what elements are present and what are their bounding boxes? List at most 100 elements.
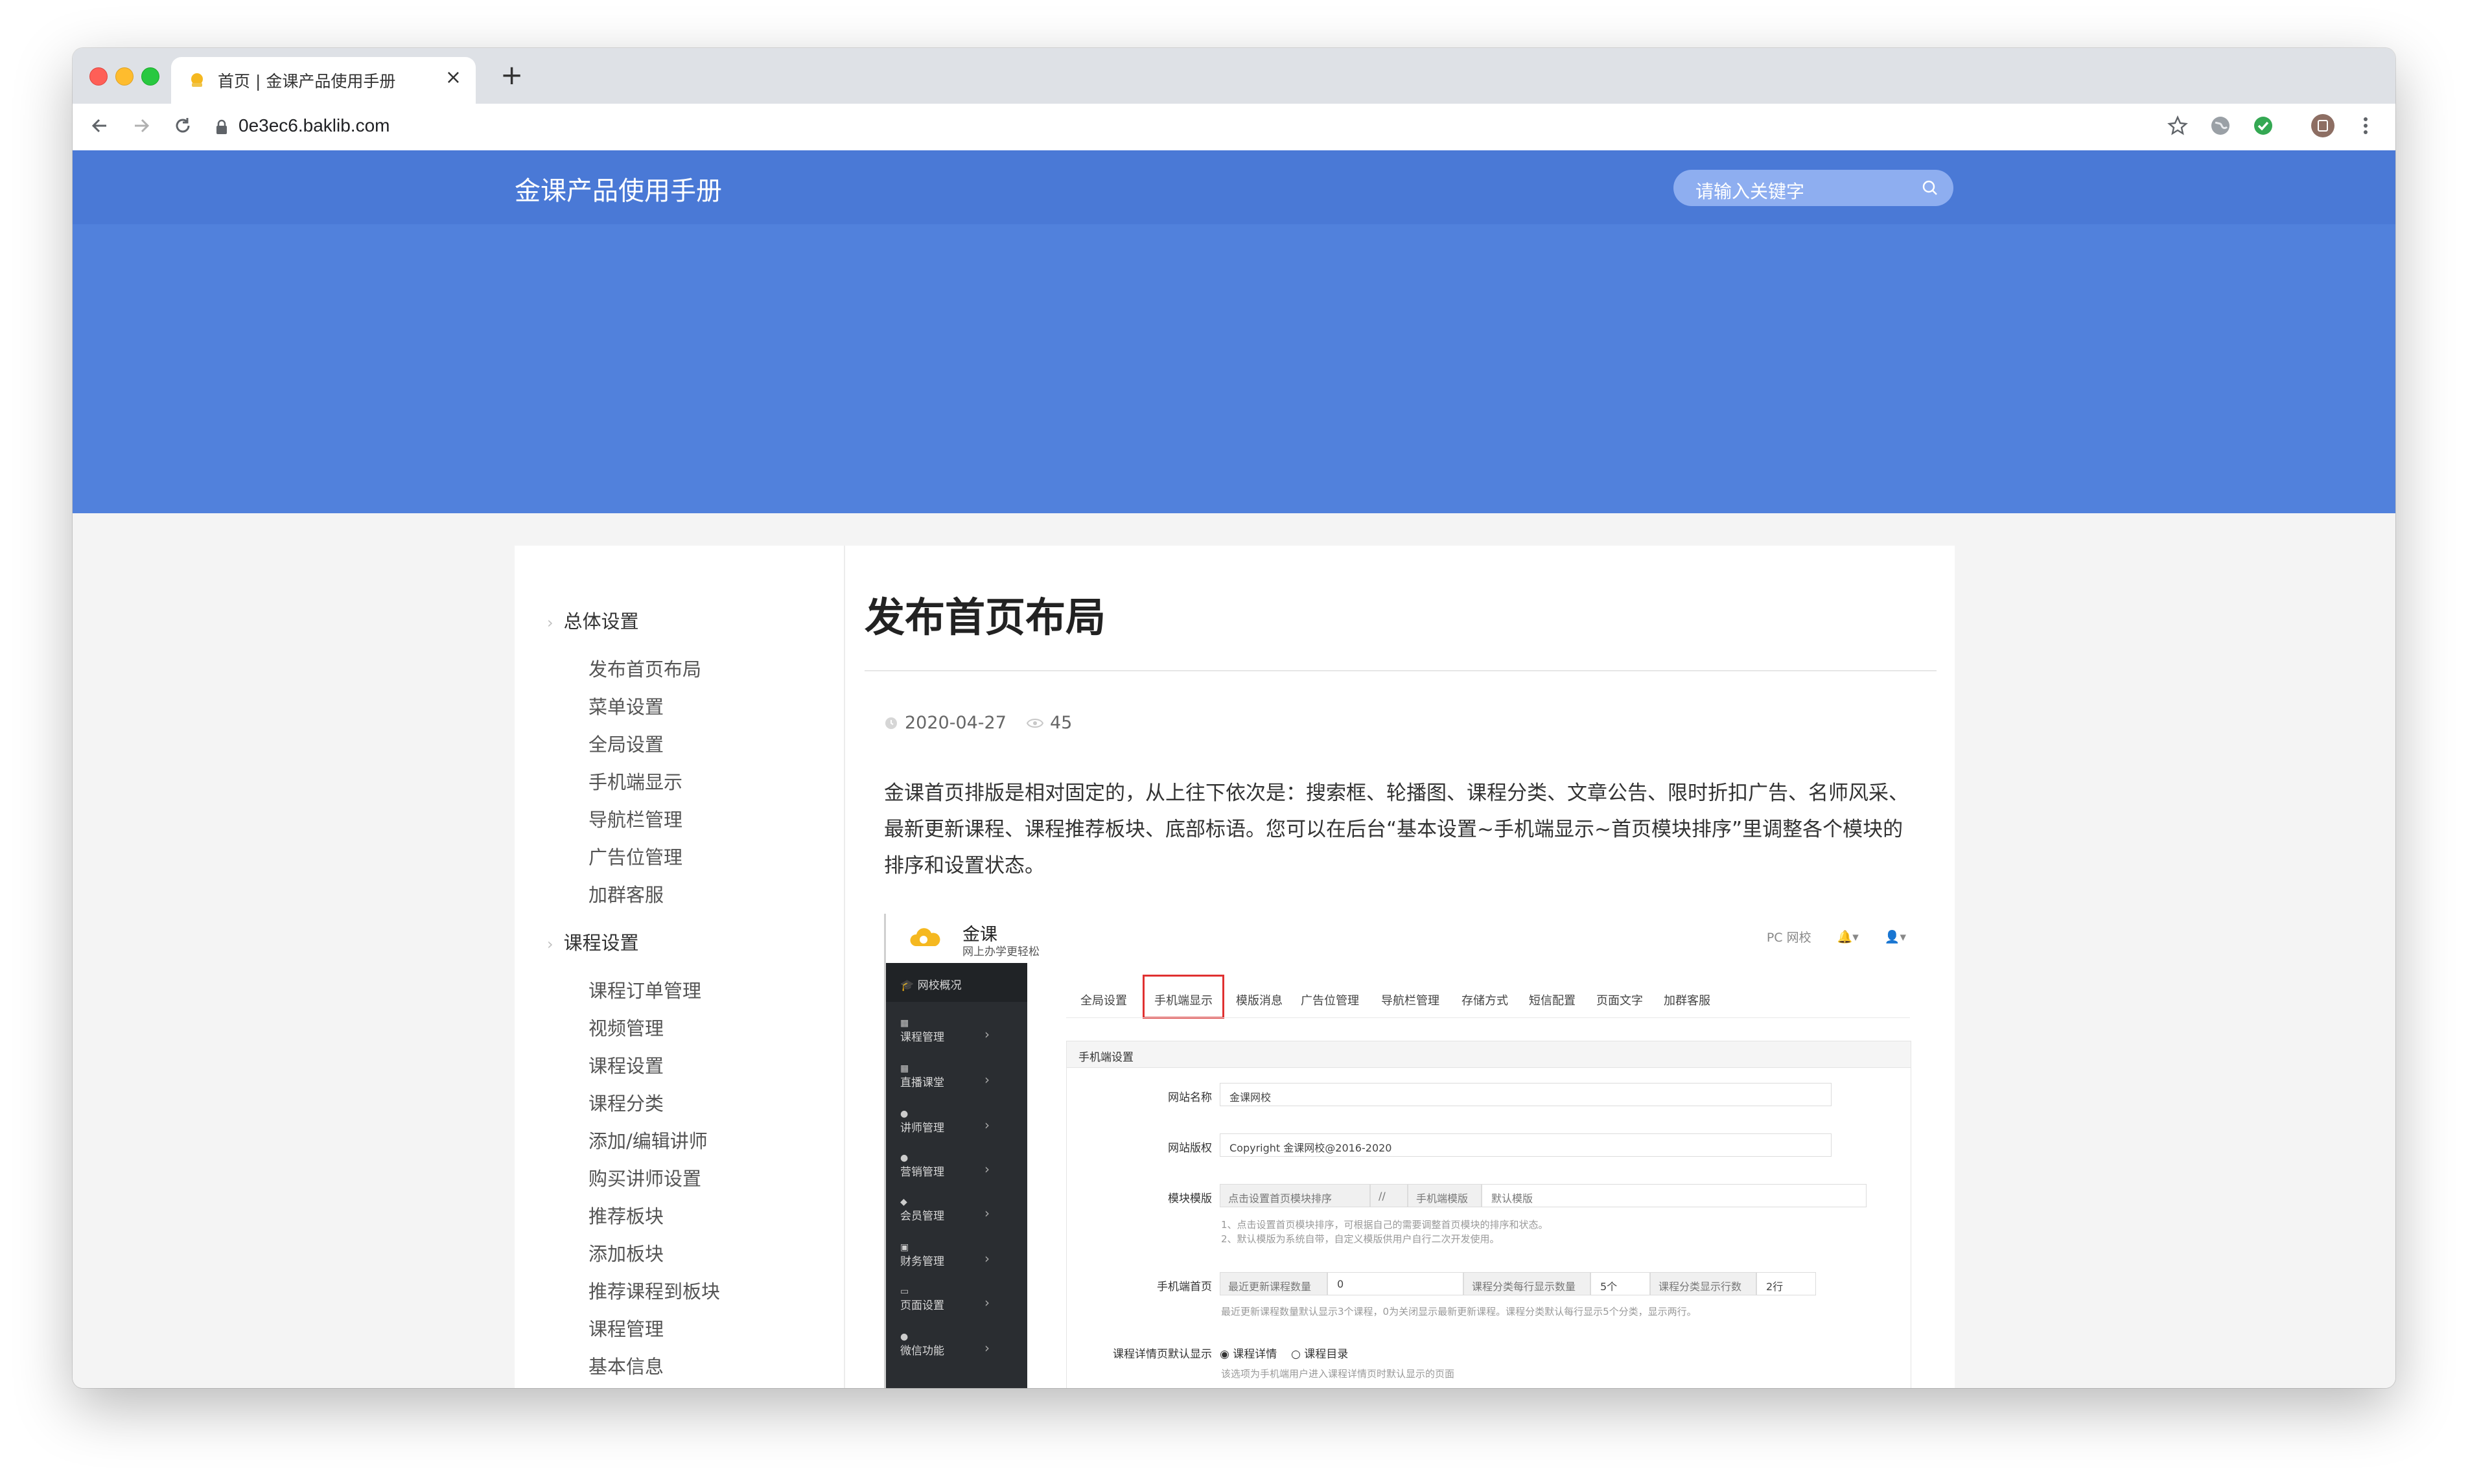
bookmark-star-icon[interactable]: [2165, 113, 2191, 139]
sidebar-item[interactable]: 基本信息: [588, 1352, 664, 1379]
shot-select: 5个: [1590, 1272, 1650, 1295]
sidebar-item[interactable]: 广告位管理: [588, 842, 682, 870]
shot-tab: 加群客服: [1664, 994, 1710, 1008]
back-arrow-icon: [91, 119, 106, 133]
shot-hint: 2、默认模版为系统自带，自定义模版供用户自行二次开发使用。: [1221, 1233, 1500, 1245]
cloud-logo-icon: [910, 928, 940, 946]
search-icon[interactable]: [1921, 179, 1939, 197]
graduation-cap-icon: 🎓: [900, 979, 918, 992]
sidebar-item[interactable]: 推荐板块: [588, 1201, 664, 1229]
site-favicon-icon: [191, 73, 203, 87]
menu-kebab-icon[interactable]: [2353, 113, 2379, 139]
browser-tab[interactable]: 首页 | 金课产品使用手册 ×: [171, 57, 476, 104]
title-divider: [865, 670, 1937, 671]
url-text: 0e3ec6.baklib.com: [239, 115, 390, 135]
profile-avatar[interactable]: [2310, 113, 2336, 139]
sidebar-item[interactable]: 全局设置: [588, 730, 664, 757]
shot-addon: 最近更新课程数量: [1220, 1272, 1327, 1295]
doc-sidebar: › 总体设置 发布首页布局 菜单设置 全局设置 手机端显示 导航栏管理 广告位管理…: [515, 546, 845, 1388]
shot-side-item: ▭ 页面设置 ›: [900, 1286, 990, 1312]
shot-top-right: PC 网校 🔔▾ 👤▾: [1767, 928, 1906, 945]
tab-title: 首页 | 金课产品使用手册: [218, 72, 396, 91]
shot-addon: //: [1370, 1184, 1408, 1207]
sidebar-item[interactable]: 课程管理: [588, 1314, 664, 1341]
bell-icon: 🔔▾: [1837, 930, 1859, 944]
reload-button[interactable]: [169, 111, 197, 140]
browser-toolbar: 0e3ec6.baklib.com: [73, 104, 2395, 151]
shot-side-item: ▦ 直播课堂 ›: [900, 1063, 990, 1089]
sidebar-item[interactable]: 购买讲师设置: [588, 1164, 701, 1191]
shot-tab: 导航栏管理: [1381, 994, 1439, 1008]
extension-globe-icon[interactable]: [2207, 113, 2233, 139]
shot-tab: 页面文字: [1596, 994, 1643, 1008]
minimize-window-button[interactable]: [115, 67, 134, 86]
site-title[interactable]: 金课产品使用手册: [515, 170, 722, 207]
sidebar-item[interactable]: 添加/编辑讲师: [588, 1126, 708, 1154]
search-input[interactable]: 请输入关键字: [1673, 170, 1953, 206]
sidebar-item[interactable]: 推荐课程到板块: [588, 1277, 720, 1304]
sidebar-item[interactable]: 发布首页布局: [588, 655, 701, 682]
shot-addon: 手机端模版: [1408, 1184, 1482, 1207]
back-button[interactable]: [86, 111, 114, 140]
sidebar-item[interactable]: 课程设置: [588, 1051, 664, 1078]
sidebar-item[interactable]: 课程订单管理: [588, 976, 701, 1003]
article-screenshot-image: 金课 网上办学更轻松 PC 网校 🔔▾ 👤▾ 🎓 网校概况 ▦ 课程管理 › ▦ 直播…: [884, 914, 1923, 1388]
shot-sidebar: 🎓 网校概况 ▦ 课程管理 › ▦ 直播课堂 › ● 讲师管理 › ● 营销管理 › ◆ 会员管理…: [886, 963, 1027, 1388]
browser-titlebar: 首页 | 金课产品使用手册 × +: [73, 48, 2395, 104]
search-placeholder: 请输入关键字: [1695, 181, 1805, 202]
new-tab-button[interactable]: +: [500, 61, 523, 89]
shot-tab: 模版消息: [1236, 994, 1283, 1008]
tab-close-icon[interactable]: ×: [445, 66, 461, 89]
extension-check-icon[interactable]: [2250, 113, 2276, 139]
lock-icon: [216, 119, 227, 134]
clock-icon: [885, 717, 897, 729]
shot-side-item: ● 微信功能 ›: [900, 1332, 990, 1358]
shot-select: 默认模版: [1482, 1184, 1867, 1207]
sidebar-item[interactable]: 添加板块: [588, 1239, 664, 1266]
chevron-right-icon: ›: [547, 614, 553, 632]
browser-window: 首页 | 金课产品使用手册 × + 0e3ec6.baklib.com 金课产品…: [73, 48, 2395, 1388]
article-title: 发布首页布局: [865, 594, 1106, 641]
shot-addon: 课程分类每行显示数量: [1463, 1272, 1590, 1295]
shot-addon: 点击设置首页模块排序: [1220, 1184, 1370, 1207]
shot-radio: ○ 课程目录: [1291, 1348, 1349, 1361]
forward-button[interactable]: [127, 111, 156, 140]
close-window-button[interactable]: [89, 67, 108, 86]
sidebar-section-general[interactable]: › 总体设置: [547, 607, 639, 634]
sidebar-item[interactable]: 课程分类: [588, 1089, 664, 1116]
shot-tab: 短信配置: [1529, 994, 1576, 1008]
sidebar-item[interactable]: 视频管理: [588, 1014, 664, 1041]
shot-hint: 1、点击设置首页模块排序，可根据自己的需要调整首页模块的排序和状态。: [1221, 1219, 1548, 1231]
shot-side-item: ◆ 会员管理 ›: [900, 1197, 990, 1223]
shot-side-item: ▦ 课程管理 ›: [900, 1018, 990, 1044]
sidebar-item[interactable]: 导航栏管理: [588, 805, 682, 832]
shot-tab-underline: [1066, 1017, 1910, 1018]
shot-tab: 存储方式: [1461, 994, 1508, 1008]
sidebar-item[interactable]: 加群客服: [588, 880, 664, 907]
shot-brand-sub: 网上办学更轻松: [962, 945, 1040, 958]
shot-radio-checked: ◉ 课程详情: [1220, 1348, 1277, 1361]
shot-side-item: ● 讲师管理 ›: [900, 1109, 990, 1135]
shot-tab: 手机端显示: [1154, 994, 1213, 1008]
shot-addon: 课程分类显示行数: [1650, 1272, 1756, 1295]
sidebar-item[interactable]: 菜单设置: [588, 692, 664, 719]
eye-icon: [1027, 718, 1043, 728]
zoom-window-button[interactable]: [141, 67, 159, 86]
shot-label: 手机端首页: [1157, 1281, 1212, 1293]
shot-select: 2行: [1756, 1272, 1816, 1295]
user-icon: 👤▾: [1884, 930, 1906, 944]
reload-icon: [176, 118, 190, 133]
shot-label: 模块模版: [1168, 1192, 1212, 1205]
address-bar[interactable]: 0e3ec6.baklib.com: [210, 113, 2232, 141]
shot-tab: 全局设置: [1080, 994, 1127, 1008]
shot-side-item: 🎓 网校概况: [900, 979, 962, 992]
shot-header: 金课 网上办学更轻松 PC 网校 🔔▾ 👤▾: [886, 914, 1923, 963]
article-date: 2020-04-27: [884, 713, 1007, 733]
sidebar-item[interactable]: 手机端显示: [588, 767, 682, 794]
shot-settings-panel: 手机端设置 网站名称 金课网校 网站版权 Copyright 金课网校@2016…: [1066, 1041, 1911, 1388]
shot-field: Copyright 金课网校@2016-2020: [1220, 1133, 1832, 1157]
shot-hint: 该选项为手机端用户进入课程详情页时默认显示的页面: [1221, 1368, 1455, 1380]
sidebar-section-course[interactable]: › 课程设置: [547, 928, 639, 955]
article: 发布首页布局 2020-04-27 45 金课首页排版是相对固定的，从上往下依次…: [865, 546, 1940, 1388]
chevron-right-icon: ›: [547, 935, 553, 953]
